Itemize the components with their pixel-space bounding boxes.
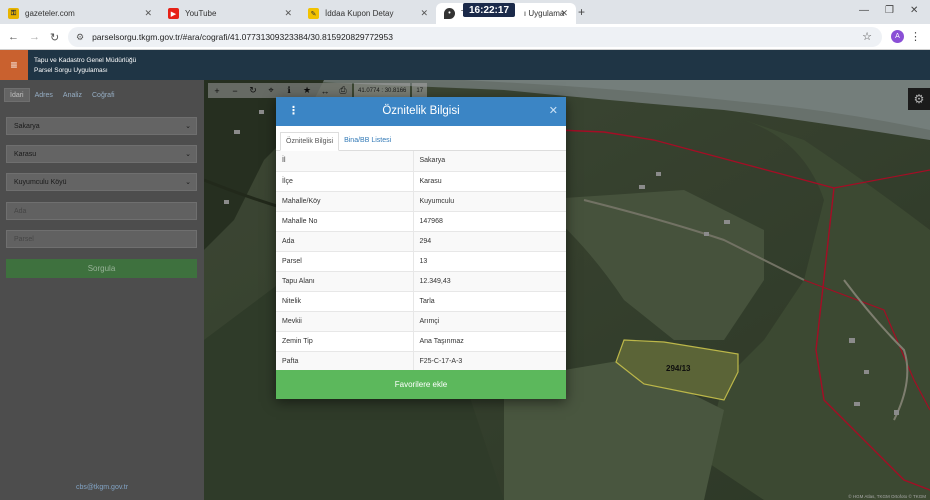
bookmark-star-icon[interactable]: ☆ [862, 30, 872, 43]
table-row: İl Sakarya [276, 151, 566, 172]
minimize-icon[interactable]: — [859, 5, 869, 16]
attribute-info-dialog: ⋮ Öznitelik Bilgisi ✕ Öznitelik Bilgisi … [276, 97, 566, 399]
attribute-key: Mevkii [276, 311, 414, 332]
attribute-key: Zemin Tip [276, 331, 414, 352]
close-icon[interactable]: ✕ [560, 8, 568, 19]
attribute-value: Arımçi [413, 311, 566, 332]
browser-menu-icon[interactable]: ⋮ [910, 30, 921, 43]
table-row: Mevkii Arımçi [276, 311, 566, 332]
table-row: Mahalle/Köy Kuyumculu [276, 191, 566, 212]
table-row: Mahalle No 147968 [276, 211, 566, 232]
profile-avatar[interactable]: A [891, 30, 904, 43]
attribute-value: Sakarya [413, 151, 566, 172]
site-settings-icon[interactable]: ⚙ [76, 32, 84, 43]
attribute-key: Nitelik [276, 291, 414, 312]
table-row: Zemin Tip Ana Taşınmaz [276, 331, 566, 352]
close-icon[interactable]: ✕ [284, 8, 292, 19]
key-icon: ⚿ [8, 8, 19, 19]
attribute-key: İlçe [276, 171, 414, 192]
table-row: İlçe Karasu [276, 171, 566, 192]
attribute-value: Karasu [413, 171, 566, 192]
tab-building-list[interactable]: Bina/BB Listesi [339, 131, 396, 150]
add-to-favorites-button[interactable]: Favorilere ekle [276, 370, 566, 399]
table-row: Pafta F25-C-17-A-3 [276, 351, 566, 372]
address-bar: ← → ↻ ⚙ parselsorgu.tkgm.gov.tr/#ara/cog… [0, 24, 930, 50]
close-window-icon[interactable]: ✕ [910, 5, 918, 16]
table-row: Parsel 13 [276, 251, 566, 272]
ticket-icon: ✎ [308, 8, 319, 19]
attribute-key: Parsel [276, 251, 414, 272]
youtube-icon: ▶ [168, 8, 179, 19]
table-row: Ada 294 [276, 231, 566, 252]
attribute-value: 294 [413, 231, 566, 252]
location-pin-icon: • [444, 8, 455, 19]
attribute-value: 13 [413, 251, 566, 272]
table-row: Nitelik Tarla [276, 291, 566, 312]
attribute-table: İl Sakarya İlçe Karasu Mahalle/Köy Kuyumculu M… [276, 151, 566, 372]
attribute-value: Kuyumculu [413, 191, 566, 212]
browser-tab-bar: ⚿ gazeteler.com ✕ ▶ YouTube ✕ ✎ İddaa Ku… [0, 0, 930, 24]
close-icon[interactable]: ✕ [144, 8, 152, 19]
attribute-key: Mahalle No [276, 211, 414, 232]
close-icon[interactable]: ✕ [549, 104, 558, 117]
forward-icon[interactable]: → [29, 31, 40, 43]
org-name: Tapu ve Kadastro Genel Müdürlüğü [34, 57, 137, 64]
table-row: Tapu Alanı 12.349,43 [276, 271, 566, 292]
app-title: Tapu ve Kadastro Genel Müdürlüğü Parsel … [34, 56, 136, 76]
attribute-value: 12.349,43 [413, 271, 566, 292]
attribute-key: Tapu Alanı [276, 271, 414, 292]
attribute-key: Pafta [276, 351, 414, 372]
tab-youtube[interactable]: ▶ YouTube ✕ [160, 3, 300, 24]
app-header: ≡ Tapu ve Kadastro Genel Müdürlüğü Parse… [0, 50, 930, 80]
dialog-tabs: Öznitelik Bilgisi Bina/BB Listesi [276, 126, 566, 151]
menu-icon[interactable]: ≡ [0, 50, 28, 80]
tab-gazeteler[interactable]: ⚿ gazeteler.com ✕ [0, 3, 160, 24]
attribute-key: İl [276, 151, 414, 172]
attribute-value: Ana Taşınmaz [413, 331, 566, 352]
attribute-value: Tarla [413, 291, 566, 312]
attribute-key: Ada [276, 231, 414, 252]
new-tab-button[interactable]: + [578, 5, 585, 19]
app-name: Parsel Sorgu Uygulaması [34, 67, 108, 74]
back-icon[interactable]: ← [8, 31, 19, 43]
tab-label: YouTube [185, 9, 217, 18]
dialog-header: ⋮ Öznitelik Bilgisi ✕ [276, 97, 566, 126]
tab-label: gazeteler.com [25, 9, 75, 18]
clock-overlay: 16:22:17 [463, 3, 515, 17]
tab-iddaa[interactable]: ✎ İddaa Kupon Detay ✕ [300, 3, 436, 24]
tab-label: İddaa Kupon Detay [325, 9, 394, 18]
close-icon[interactable]: ✕ [420, 8, 428, 19]
restore-icon[interactable]: ❐ [885, 5, 894, 16]
url-text: parselsorgu.tkgm.gov.tr/#ara/cografi/41.… [92, 32, 393, 42]
tab-attribute-info[interactable]: Öznitelik Bilgisi [280, 132, 340, 151]
url-input[interactable]: ⚙ parselsorgu.tkgm.gov.tr/#ara/cografi/4… [68, 27, 882, 47]
attribute-value: 147968 [413, 211, 566, 232]
attribute-value: F25-C-17-A-3 [413, 351, 566, 372]
dialog-title: Öznitelik Bilgisi [382, 105, 460, 117]
attribute-key: Mahalle/Köy [276, 191, 414, 212]
tab-label-suffix: ı Uygulama [523, 9, 565, 18]
reload-icon[interactable]: ↻ [50, 31, 59, 44]
